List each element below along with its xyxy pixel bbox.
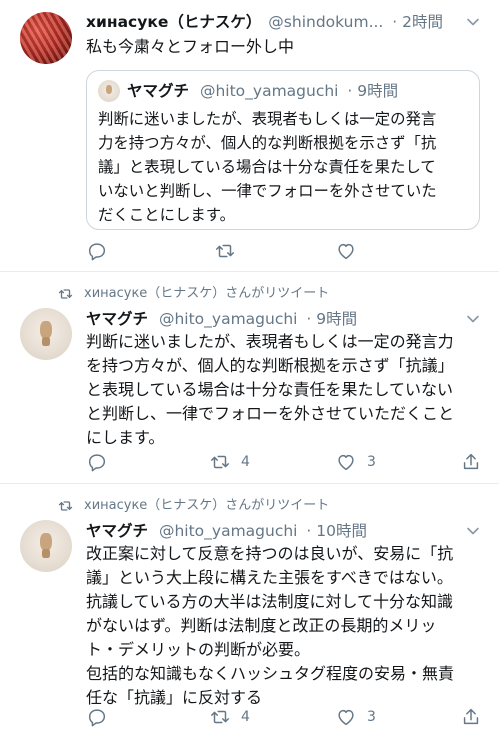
text-line: だくことにします。 — [98, 206, 235, 224]
tweet-header: ヤマグチ @hito_yamaguchi · 10時間 — [86, 521, 367, 541]
text-line: にします。 — [86, 428, 165, 447]
text-line: 議」という大上段に構えた主張をすべきではない。 — [86, 568, 453, 587]
text-line: 力を持つ方々が、個人的な判断根拠を示さず「抗 — [98, 134, 437, 152]
tweet-actions: 4 3 — [86, 450, 486, 474]
retweet-button[interactable] — [214, 239, 236, 263]
quoted-author-name: ヤマグチ — [127, 82, 190, 100]
reply-button[interactable] — [86, 450, 108, 474]
text-line: 判断に迷いましたが、表現者もしくは一定の発言力 — [86, 332, 454, 351]
tweet-actions: 4 3 — [86, 705, 486, 729]
text-line: 判断に迷いましたが、表現者もしくは一定の発言 — [98, 110, 437, 128]
author-name[interactable]: хинасуке（ヒナスケ） — [86, 13, 261, 31]
quoted-avatar — [98, 80, 120, 102]
tweet-2[interactable]: хинасуке（ヒナスケ）さんがリツイート ヤマグチ @hito_yamagu… — [0, 272, 499, 484]
chevron-down-icon[interactable] — [466, 524, 480, 538]
tweet-time[interactable]: · 10時間 — [306, 522, 367, 540]
retweet-icon — [216, 244, 234, 258]
reply-icon — [88, 709, 106, 727]
retweet-icon — [58, 501, 73, 511]
retweet-icon — [211, 455, 229, 469]
text-line: 改正案に対して反意を持つのは良いが、安易に「抗 — [86, 544, 454, 563]
avatar[interactable] — [20, 308, 72, 360]
text-line: がないはず。判断は法制度と改正の長期的メリッ — [86, 616, 437, 635]
heart-icon — [338, 243, 354, 260]
quoted-author-handle: @hito_yamaguchi — [199, 82, 339, 100]
text-line: 包括的な知識もなくハッシュタグ程度の安易・無責 — [86, 664, 455, 683]
retweeted-by-label[interactable]: хинасуке（ヒナスケ）さんがリツイート — [84, 285, 329, 303]
reply-icon — [88, 243, 106, 261]
tweet-1[interactable]: хинасуке（ヒナスケ） @shindokum... · 2時間 私も今粛々… — [0, 0, 499, 272]
text-line: 議」と表現している場合は十分な責任を果たして — [98, 158, 436, 176]
share-icon — [463, 708, 479, 725]
tweet-text: 改正案に対して反意を持つのは良いが、安易に「抗 議」という大上段に構えた主張をす… — [86, 542, 454, 710]
chevron-down-icon[interactable] — [466, 312, 480, 326]
author-name[interactable]: ヤマグチ — [86, 522, 148, 540]
text-line: ト・デメリットの判断が必要。 — [86, 640, 311, 659]
text-line: と判断し、一律でフォローを外させていただくこと — [86, 404, 455, 423]
tweet-3[interactable]: хинасуке（ヒナスケ）さんがリツイート ヤマグチ @hito_yamagu… — [0, 484, 499, 741]
share-button[interactable] — [460, 705, 482, 729]
reply-button[interactable] — [86, 239, 108, 263]
tweet-time[interactable]: · 2時間 — [392, 13, 443, 31]
text-line: と表現している場合は十分な責任を果たしていない — [86, 380, 454, 399]
retweet-icon — [58, 289, 73, 299]
avatar[interactable] — [20, 520, 72, 572]
share-icon — [463, 453, 479, 470]
quoted-header: ヤマグチ @hito_yamaguchi · 9時間 — [127, 81, 398, 101]
quoted-tweet-time: · 9時間 — [347, 82, 399, 100]
reply-icon — [88, 454, 106, 472]
share-button[interactable] — [460, 450, 482, 474]
author-handle[interactable]: @shindokum... — [268, 13, 383, 31]
author-name[interactable]: ヤマグチ — [86, 310, 148, 328]
like-count: 3 — [367, 454, 376, 470]
text-line: 抗議している方の大半は法制度に対して十分な知識 — [86, 592, 454, 611]
retweet-count: 4 — [241, 709, 250, 725]
tweet-header: ヤマグチ @hito_yamaguchi · 9時間 — [86, 309, 357, 329]
retweet-icon — [211, 710, 229, 724]
retweet-count: 4 — [241, 454, 250, 470]
retweet-button[interactable]: 4 — [209, 450, 250, 474]
text-line: を持つ方々が、個人的な判断根拠を示さず「抗議」 — [86, 356, 454, 375]
author-handle[interactable]: @hito_yamaguchi — [159, 522, 298, 540]
reply-button[interactable] — [86, 705, 108, 729]
avatar[interactable] — [20, 12, 72, 64]
heart-icon — [338, 709, 354, 726]
tweet-time[interactable]: · 9時間 — [306, 310, 357, 328]
like-button[interactable] — [335, 239, 357, 263]
retweet-button[interactable]: 4 — [209, 705, 250, 729]
heart-icon — [338, 454, 354, 471]
like-button[interactable]: 3 — [335, 705, 376, 729]
chevron-down-icon[interactable] — [466, 15, 480, 29]
author-handle[interactable]: @hito_yamaguchi — [159, 310, 298, 328]
quoted-tweet-text: 判断に迷いましたが、表現者もしくは一定の発言 力を持つ方々が、個人的な判断根拠を… — [98, 107, 437, 227]
tweet-text: 私も今粛々とフォロー外し中 — [86, 37, 295, 56]
retweeted-by-label[interactable]: хинасуке（ヒナスケ）さんがリツイート — [84, 497, 329, 515]
tweet-actions — [86, 239, 486, 263]
like-count: 3 — [367, 709, 376, 725]
tweet-header: хинасуке（ヒナスケ） @shindokum... · 2時間 — [86, 12, 443, 32]
tweet-text: 判断に迷いましたが、表現者もしくは一定の発言力 を持つ方々が、個人的な判断根拠を… — [86, 330, 454, 450]
like-button[interactable]: 3 — [335, 450, 376, 474]
text-line: いないと判断し、一律でフォローを外させていた — [98, 182, 437, 200]
quoted-tweet[interactable]: ヤマグチ @hito_yamaguchi · 9時間 判断に迷いましたが、表現者… — [86, 70, 480, 230]
